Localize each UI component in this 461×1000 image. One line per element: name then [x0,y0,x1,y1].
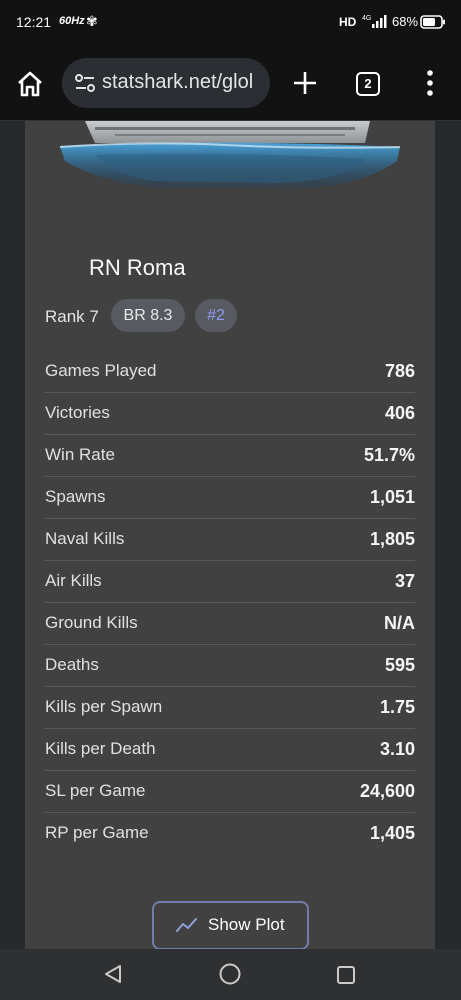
plus-icon[interactable] [290,68,320,98]
stat-row: Deaths 595 [45,645,415,687]
stat-label: Victories [45,403,110,422]
signal-icon: 4G [362,15,387,28]
battery-icon [420,15,445,29]
status-bar: 12:21 60Hz ✾ HD 4G 68% [0,0,461,46]
stat-row: Kills per Spawn 1.75 [45,687,415,729]
stat-value: 1,405 [369,823,415,843]
stat-label: Games Played [45,361,157,380]
page-content[interactable]: RN Roma Rank 7 BR 8.3 #2 Games Played 786… [0,121,461,950]
stats-list: Games Played 786 Victories 406 Win Rate 51.… [45,351,415,854]
stat-row: Ground Kills N/A [45,603,415,645]
stat-label: SL per Game [45,781,146,800]
stat-value: 1,051 [369,487,415,507]
stat-value: 3.10 [379,739,415,759]
stat-value: 37 [394,571,415,591]
stat-value: 406 [384,403,415,423]
stat-value: 24,600 [359,781,415,801]
stat-value: 1,805 [369,529,415,549]
stat-row: Kills per Death 3.10 [45,729,415,771]
stat-label: Win Rate [45,445,115,464]
more-vert-icon[interactable] [420,68,440,98]
system-nav-bar [0,949,461,1000]
network-gen: 4G [362,15,371,22]
stat-label: Kills per Death [45,739,156,758]
stat-value: 786 [384,361,415,381]
show-plot-label: Show Plot [208,915,285,934]
trending-icon [176,918,197,932]
show-plot-button[interactable]: Show Plot [152,901,309,950]
stat-label: Ground Kills [45,613,138,632]
back-triangle-icon[interactable] [102,963,124,985]
stat-label: Spawns [45,487,106,506]
url-text: statshark.net/glol [102,71,254,93]
stat-value: 51.7% [363,445,415,465]
stat-label: Air Kills [45,571,102,590]
battery-percent: 68% [392,14,419,29]
position-badge: #2 [195,299,237,332]
vehicle-name: RN Roma [89,255,186,280]
tab-switcher-icon[interactable]: 2 [356,72,380,96]
stat-value: 595 [384,655,415,675]
refresh-rate: 60Hz [59,15,85,27]
stat-label: RP per Game [45,823,149,842]
stat-row: Victories 406 [45,393,415,435]
home-circle-icon[interactable] [218,962,242,986]
recents-square-icon[interactable] [336,965,356,985]
br-badge: BR 8.3 [111,299,185,332]
address-bar[interactable]: statshark.net/glol [62,58,270,108]
network-label: HD [339,15,357,29]
clock: 12:21 [16,14,52,30]
stat-row: Naval Kills 1,805 [45,519,415,561]
stat-row: SL per Game 24,600 [45,771,415,813]
browser-toolbar: statshark.net/glol 2 [0,46,461,121]
stat-value: 1.75 [379,697,415,717]
stat-row: Spawns 1,051 [45,477,415,519]
stat-row: Games Played 786 [45,351,415,393]
ship-image [59,121,401,190]
stat-label: Deaths [45,655,99,674]
stat-value: N/A [384,613,415,633]
stat-row: RP per Game 1,405 [45,813,415,854]
vehicle-rank: Rank 7 [45,307,99,326]
stat-row: Win Rate 51.7% [45,435,415,477]
stat-label: Naval Kills [45,529,125,548]
stat-label: Kills per Spawn [45,697,163,716]
fan-icon: ✾ [86,13,98,29]
stat-row: Air Kills 37 [45,561,415,603]
vehicle-card: RN Roma Rank 7 BR 8.3 #2 Games Played 786… [25,121,435,950]
home-icon[interactable] [14,68,46,100]
tune-icon[interactable] [74,73,96,93]
